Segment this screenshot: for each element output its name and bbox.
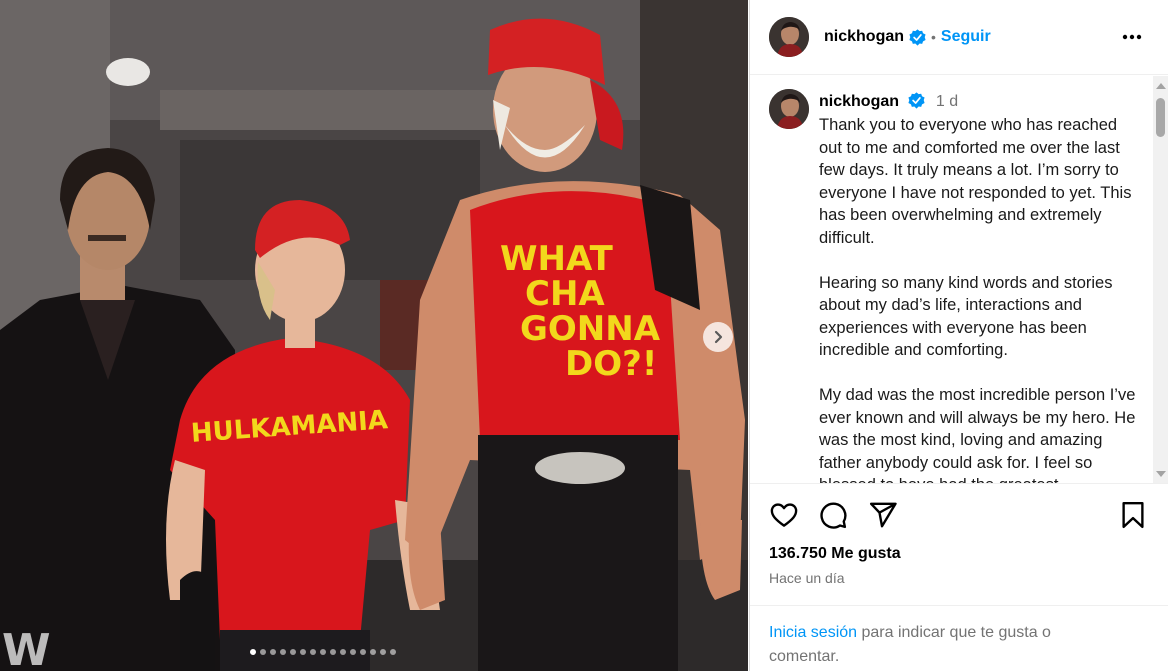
share-icon[interactable] (868, 500, 900, 532)
post-header: nickhogan • Seguir (750, 0, 1168, 75)
caption-text: Thank you to everyone who has reached ou… (819, 114, 1137, 483)
carousel-dot[interactable] (350, 649, 356, 655)
post-time-short[interactable]: 1 d (936, 93, 958, 110)
carousel-indicator (250, 649, 396, 655)
bookmark-icon[interactable] (1118, 500, 1150, 532)
caption-paragraph: My dad was the most incredible person I’… (819, 386, 1136, 483)
action-bar (750, 500, 1168, 534)
scrollbar-thumb[interactable] (1156, 98, 1165, 137)
scrollbar[interactable] (1153, 76, 1168, 483)
post-photo: HULKAMANIA WHAT CHA GONNA DO?! W (0, 0, 748, 671)
carousel-dot[interactable] (300, 649, 306, 655)
likes-count[interactable]: 136.750 Me gusta (769, 545, 901, 563)
carousel-dot[interactable] (280, 649, 286, 655)
verified-badge-icon (908, 92, 926, 109)
separator-dot: • (931, 29, 936, 45)
carousel-dot[interactable] (270, 649, 276, 655)
login-prompt-text: Inicia sesión para indicar que te gusta … (769, 621, 1109, 669)
carousel-dot[interactable] (390, 649, 396, 655)
carousel-dot[interactable] (320, 649, 326, 655)
scroll-down-arrow[interactable] (1156, 471, 1166, 477)
follow-button[interactable]: Seguir (941, 28, 991, 46)
svg-text:W: W (2, 625, 51, 671)
post-side-panel: nickhogan • Seguir nickhogan 1 d Thank y… (749, 0, 1168, 671)
login-link[interactable]: Inicia sesión (769, 624, 857, 641)
caption-username[interactable]: nickhogan (819, 93, 899, 110)
carousel-next-button[interactable] (703, 322, 733, 352)
carousel-dot[interactable] (340, 649, 346, 655)
caption-header: nickhogan 1 d (819, 92, 958, 111)
carousel-dot[interactable] (360, 649, 366, 655)
comment-icon[interactable] (818, 500, 850, 532)
caption-avatar[interactable] (769, 89, 809, 129)
carousel-dot[interactable] (380, 649, 386, 655)
post-time-long[interactable]: Hace un día (769, 570, 845, 586)
caption-paragraph: Thank you to everyone who has reached ou… (819, 116, 1132, 247)
post-media[interactable]: HULKAMANIA WHAT CHA GONNA DO?! W (0, 0, 748, 671)
caption-paragraph: Hearing so many kind words and stories a… (819, 273, 1113, 360)
avatar[interactable] (769, 17, 809, 57)
carousel-dot[interactable] (310, 649, 316, 655)
carousel-dot[interactable] (370, 649, 376, 655)
header-username[interactable]: nickhogan (824, 28, 904, 46)
login-prompt: Inicia sesión para indicar que te gusta … (750, 605, 1168, 671)
verified-badge-icon (909, 28, 926, 46)
more-options-icon[interactable] (1120, 25, 1144, 49)
heart-icon[interactable] (769, 500, 801, 532)
carousel-dot[interactable] (330, 649, 336, 655)
scroll-up-arrow[interactable] (1156, 83, 1166, 89)
carousel-dot[interactable] (250, 649, 256, 655)
carousel-dot[interactable] (260, 649, 266, 655)
carousel-dot[interactable] (290, 649, 296, 655)
comments-section[interactable]: nickhogan 1 d Thank you to everyone who … (750, 76, 1168, 484)
chevron-right-icon (714, 330, 723, 344)
